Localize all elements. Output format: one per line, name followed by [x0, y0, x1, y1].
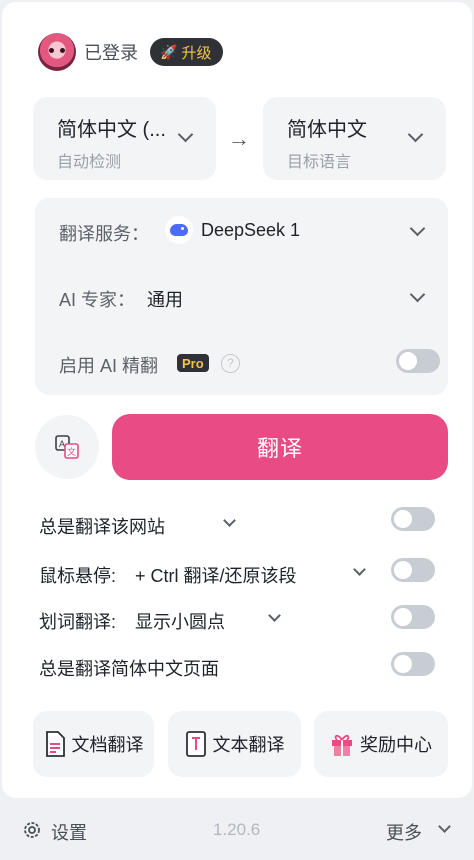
refine-label: 启用 AI 精翻: [59, 356, 159, 376]
upgrade-button[interactable]: 🚀 升级: [150, 38, 224, 66]
footer-bar: 设置 1.20.6 更多: [0, 800, 474, 860]
always-translate-site-toggle[interactable]: [391, 507, 435, 531]
expert-value[interactable]: 通用: [147, 286, 183, 312]
selection-translate-toggle[interactable]: [391, 605, 435, 629]
service-label: 翻译服务：: [59, 224, 149, 244]
chevron-down-icon[interactable]: [438, 820, 451, 833]
chevron-down-icon[interactable]: [409, 286, 426, 303]
help-icon[interactable]: ?: [221, 354, 240, 373]
source-language-name: 简体中文 (...: [57, 119, 166, 141]
gift-icon: [332, 734, 352, 756]
login-status: 已登录: [84, 43, 138, 63]
popup-panel: 已登录 🚀 升级 简体中文 (... 自动检测 → 简体中文 目标语言 翻译服务…: [2, 2, 472, 798]
hover-toggle[interactable]: [391, 558, 435, 582]
chevron-down-icon[interactable]: [409, 220, 426, 237]
chevron-down-icon[interactable]: [223, 514, 236, 527]
account-header: 已登录 🚀 升级: [38, 32, 224, 72]
expert-label: AI 专家：: [59, 290, 136, 310]
always-translate-chinese-toggle[interactable]: [391, 652, 435, 676]
version-label: 1.20.6: [213, 820, 261, 839]
target-language-sub: 目标语言: [287, 154, 352, 171]
text-translate-label: 文本翻译: [212, 735, 285, 755]
more-menu[interactable]: 更多: [386, 819, 422, 845]
gear-icon[interactable]: [21, 819, 43, 841]
arrow-right-icon: →: [228, 126, 250, 151]
hover-value[interactable]: + Ctrl 翻译/还原该段: [135, 562, 297, 588]
source-language-sub: 自动检测: [57, 154, 122, 171]
document-icon: [45, 731, 65, 757]
svg-text:文: 文: [67, 446, 76, 458]
always-translate-chinese-label: 总是翻译简体中文页面: [39, 659, 219, 679]
document-translate-button[interactable]: 文档翻译: [33, 711, 154, 777]
reward-center-label: 奖励中心: [360, 735, 432, 755]
always-translate-site-label: 总是翻译该网站: [39, 517, 165, 537]
hover-label: 鼠标悬停:: [39, 566, 117, 586]
service-value[interactable]: DeepSeek 1: [201, 220, 300, 241]
reward-center-button[interactable]: 奖励中心: [314, 711, 448, 777]
text-icon: [185, 731, 206, 757]
target-language-select[interactable]: 简体中文 目标语言: [263, 97, 446, 180]
selection-translate-value[interactable]: 显示小圆点: [135, 608, 225, 634]
avatar[interactable]: [38, 33, 76, 71]
translate-button[interactable]: 翻译: [112, 414, 448, 480]
pro-badge: Pro: [177, 354, 209, 372]
translate-icon: A 文: [55, 435, 79, 459]
chevron-down-icon[interactable]: [268, 609, 281, 622]
svg-text:A: A: [59, 439, 65, 449]
upgrade-label: 升级: [181, 44, 212, 62]
settings-link[interactable]: 设置: [51, 819, 87, 845]
translate-mode-button[interactable]: A 文: [35, 415, 99, 479]
rocket-icon: 🚀: [160, 43, 178, 60]
deepseek-icon: [165, 216, 193, 244]
text-translate-button[interactable]: 文本翻译: [168, 711, 301, 777]
document-translate-label: 文档翻译: [71, 735, 144, 755]
refine-toggle[interactable]: [396, 349, 440, 373]
source-language-select[interactable]: 简体中文 (... 自动检测: [33, 97, 216, 180]
chevron-down-icon[interactable]: [353, 563, 366, 576]
target-language-name: 简体中文: [287, 119, 367, 141]
selection-translate-label: 划词翻译:: [39, 612, 117, 632]
service-settings: 翻译服务： DeepSeek 1 AI 专家： 通用 启用 AI 精翻 Pro …: [35, 198, 448, 395]
